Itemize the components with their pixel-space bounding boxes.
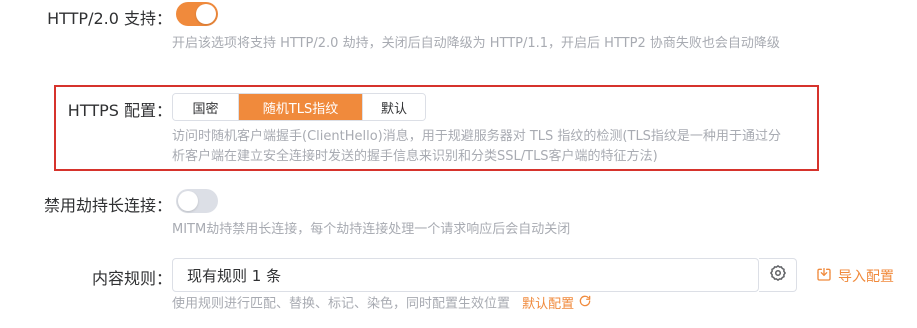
http2-switch[interactable]	[176, 2, 218, 26]
import-config-link[interactable]: 导入配置	[816, 266, 894, 286]
https-help: 访问时随机客户端握手(ClientHello)消息，用于规避服务器对 TLS 指…	[172, 129, 781, 164]
tls-mode-segmented: 国密 随机TLS指纹 默认	[172, 93, 426, 121]
rules-help: 使用规则进行匹配、替换、标记、染色，同时配置生效位置 默认配置	[172, 294, 792, 315]
rules-input[interactable]: 现有规则 1 条	[172, 258, 759, 292]
rules-value: 现有规则 1 条	[187, 266, 282, 285]
rules-help-text: 使用规则进行匹配、替换、标记、染色，同时配置生效位置	[172, 296, 511, 312]
import-config-label: 导入配置	[838, 269, 894, 285]
tls-option-default[interactable]: 默认	[363, 94, 425, 120]
default-config-label: 默认配置	[522, 296, 575, 312]
gear-icon	[769, 264, 787, 286]
http2-label: HTTP/2.0 支持：	[47, 9, 172, 28]
keepalive-label: 禁用劫持长连接：	[43, 196, 172, 215]
default-config-link[interactable]: 默认配置	[522, 294, 592, 315]
switch-knob	[196, 4, 216, 24]
rules-settings-button[interactable]	[759, 258, 797, 292]
tls-option-random-fingerprint[interactable]: 随机TLS指纹	[239, 94, 363, 120]
keepalive-switch[interactable]	[176, 189, 218, 213]
http2-help: 开启该选项将支持 HTTP/2.0 劫持，关闭后自动降级为 HTTP/1.1，开…	[172, 36, 780, 51]
rules-label: 内容规则：	[91, 269, 172, 288]
https-label: HTTPS 配置：	[67, 101, 172, 120]
tls-option-guomi[interactable]: 国密	[173, 94, 239, 120]
keepalive-help: MITM劫持禁用长连接，每个劫持连接处理一个请求响应后会自动关闭	[172, 222, 571, 237]
switch-knob	[178, 191, 198, 211]
refresh-icon	[578, 294, 592, 315]
import-icon	[816, 266, 832, 286]
